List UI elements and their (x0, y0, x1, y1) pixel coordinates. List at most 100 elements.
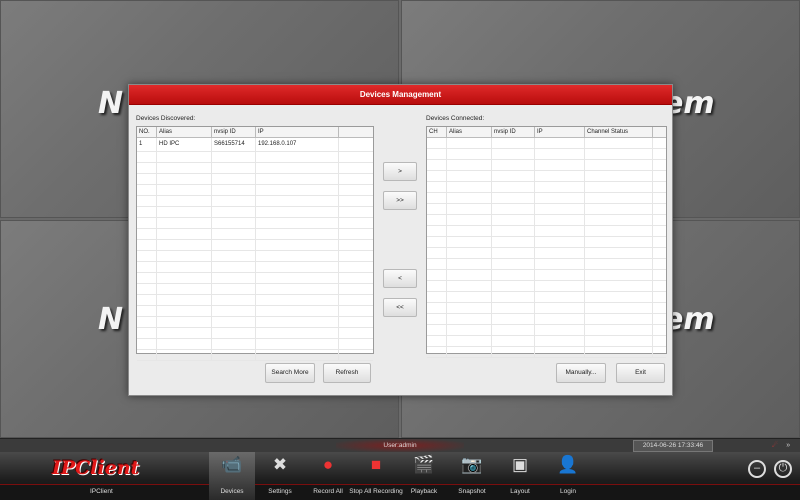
minimize-icon[interactable]: – (748, 460, 766, 478)
empty-cell (447, 204, 492, 214)
empty-cell (447, 347, 492, 357)
collapse-icon[interactable]: » (786, 442, 790, 449)
empty-cell (653, 204, 664, 214)
column-header[interactable]: nvsip ID (212, 127, 256, 137)
empty-cell (585, 336, 653, 346)
volume-icon[interactable]: ☄ (772, 442, 778, 449)
empty-cell (492, 171, 535, 181)
empty-cell (585, 325, 653, 335)
empty-row (427, 281, 666, 292)
column-header[interactable]: Alias (447, 127, 492, 137)
empty-cell (157, 339, 212, 349)
empty-cell (447, 281, 492, 291)
empty-row (137, 229, 373, 240)
power-icon[interactable]: ⏻ (774, 460, 792, 478)
column-header[interactable]: Alias (157, 127, 212, 137)
empty-cell (585, 281, 653, 291)
column-header[interactable]: IP (535, 127, 585, 137)
empty-row (427, 226, 666, 237)
empty-row (137, 317, 373, 328)
empty-cell (653, 160, 664, 170)
empty-cell (585, 248, 653, 258)
empty-cell (585, 347, 653, 357)
empty-cell (447, 303, 492, 313)
empty-cell (212, 328, 256, 338)
empty-cell (585, 193, 653, 203)
empty-cell (492, 226, 535, 236)
remove-selected-button[interactable]: < (383, 269, 417, 288)
add-all-button[interactable]: >> (383, 191, 417, 210)
empty-cell (535, 303, 585, 313)
empty-cell (339, 273, 371, 283)
empty-cell (427, 138, 447, 148)
empty-cell (492, 281, 535, 291)
column-header[interactable]: nvsip ID (492, 127, 535, 137)
stop-recording-icon: ■ (370, 455, 382, 474)
login-button[interactable]: 👤 Login (545, 452, 591, 500)
manually-button[interactable]: Manually... (556, 363, 606, 383)
empty-cell (427, 171, 447, 181)
devices-discovered-label: Devices Discovered: (136, 115, 196, 122)
empty-cell (447, 237, 492, 247)
empty-cell (427, 237, 447, 247)
empty-cell (137, 185, 157, 195)
empty-row (137, 328, 373, 339)
empty-cell (585, 303, 653, 313)
devices-icon: 📹 (221, 455, 243, 474)
table-header: CH Alias nvsip ID IP Channel Status (427, 127, 666, 138)
settings-icon: ✖ (272, 455, 288, 474)
devices-connected-table[interactable]: CH Alias nvsip ID IP Channel Status (426, 126, 667, 358)
refresh-button[interactable]: Refresh (323, 363, 371, 383)
empty-cell (447, 248, 492, 258)
empty-cell (339, 284, 371, 294)
add-selected-button[interactable]: > (383, 162, 417, 181)
empty-cell (492, 160, 535, 170)
empty-cell (137, 251, 157, 261)
empty-cell (653, 270, 664, 280)
empty-cell (212, 185, 256, 195)
empty-cell (212, 317, 256, 327)
empty-cell (157, 328, 212, 338)
statusbar-icons: ☄ » (772, 439, 790, 452)
empty-cell (157, 152, 212, 162)
snapshot-icon: 📷 (461, 455, 483, 474)
table-row[interactable]: 1 HD IPC S66155714 192.168.0.107 (137, 138, 373, 152)
empty-cell (535, 248, 585, 258)
empty-cell (137, 273, 157, 283)
brand-label: IPClient (90, 488, 113, 495)
empty-cell (447, 325, 492, 335)
column-header[interactable]: IP (256, 127, 339, 137)
devices-connected-label: Devices Connected: (426, 115, 485, 122)
empty-cell (492, 314, 535, 324)
empty-row (137, 273, 373, 284)
search-more-button[interactable]: Search More (265, 363, 315, 383)
empty-cell (339, 240, 371, 250)
empty-cell (535, 237, 585, 247)
remove-all-button[interactable]: << (383, 298, 417, 317)
empty-row (137, 152, 373, 163)
exit-button[interactable]: Exit (616, 363, 665, 383)
empty-cell (535, 149, 585, 159)
empty-row (137, 174, 373, 185)
empty-cell (157, 251, 212, 261)
column-header[interactable]: CH (427, 127, 447, 137)
empty-cell (653, 171, 664, 181)
empty-cell (339, 229, 371, 239)
cell-ip: 192.168.0.107 (256, 138, 339, 151)
empty-cell (535, 226, 585, 236)
empty-cell (339, 262, 371, 272)
empty-cell (653, 248, 664, 258)
empty-cell (339, 295, 371, 305)
devices-discovered-table[interactable]: NO. Alias nvsip ID IP 1 HD IPC S66155714… (136, 126, 374, 361)
empty-cell (535, 138, 585, 148)
empty-cell (157, 306, 212, 316)
empty-cell (212, 174, 256, 184)
empty-cell (212, 218, 256, 228)
empty-cell (585, 171, 653, 181)
empty-row (137, 185, 373, 196)
column-header[interactable]: NO. (137, 127, 157, 137)
empty-cell (137, 339, 157, 349)
empty-cell (212, 207, 256, 217)
dialog-title: Devices Management (129, 85, 672, 105)
column-header[interactable]: Channel Status (585, 127, 653, 137)
